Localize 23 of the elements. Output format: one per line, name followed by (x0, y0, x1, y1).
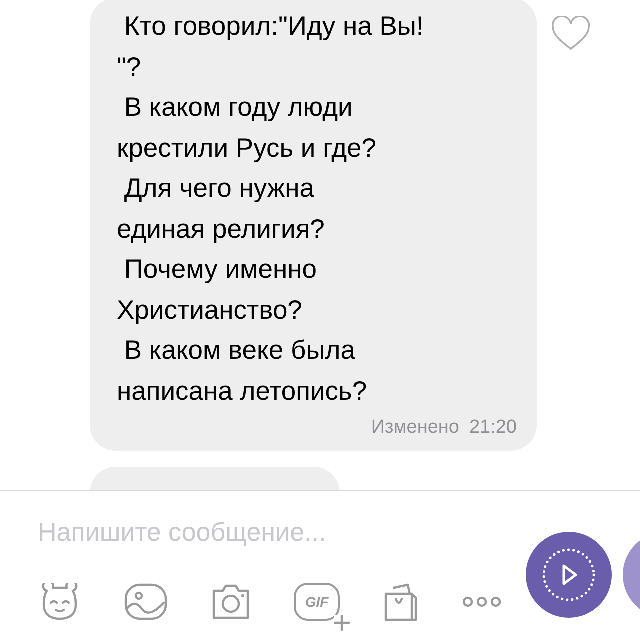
camera-icon (210, 583, 252, 621)
edited-label: Изменено (371, 417, 460, 439)
heart-icon[interactable] (551, 16, 591, 52)
more-icon (462, 596, 502, 608)
message-text: В каком веке была (123, 334, 356, 367)
message-text: Христианство? (117, 294, 304, 326)
message-text: В каком году люди (123, 91, 354, 124)
message-text: Кто говорил:"Иду на Вы! (123, 10, 425, 43)
message-text: крестили Русь и где? (117, 132, 378, 164)
shop-button[interactable] (382, 582, 420, 622)
play-icon (541, 547, 597, 603)
message-text: Почему именно (123, 253, 318, 286)
message-time: 21:20 (469, 417, 517, 439)
message-text: написана летопись? (117, 374, 368, 408)
more-button[interactable] (462, 596, 502, 608)
message-text: "? (117, 50, 142, 84)
camera-button[interactable] (210, 583, 252, 621)
message-text: единая религия? (117, 212, 326, 246)
message-text: Для чего нужна (123, 172, 316, 205)
message-input[interactable]: Напишите сообщение... (38, 517, 458, 548)
shopping-bag-icon (382, 582, 420, 622)
gallery-button[interactable] (124, 583, 168, 621)
image-icon (124, 583, 168, 621)
